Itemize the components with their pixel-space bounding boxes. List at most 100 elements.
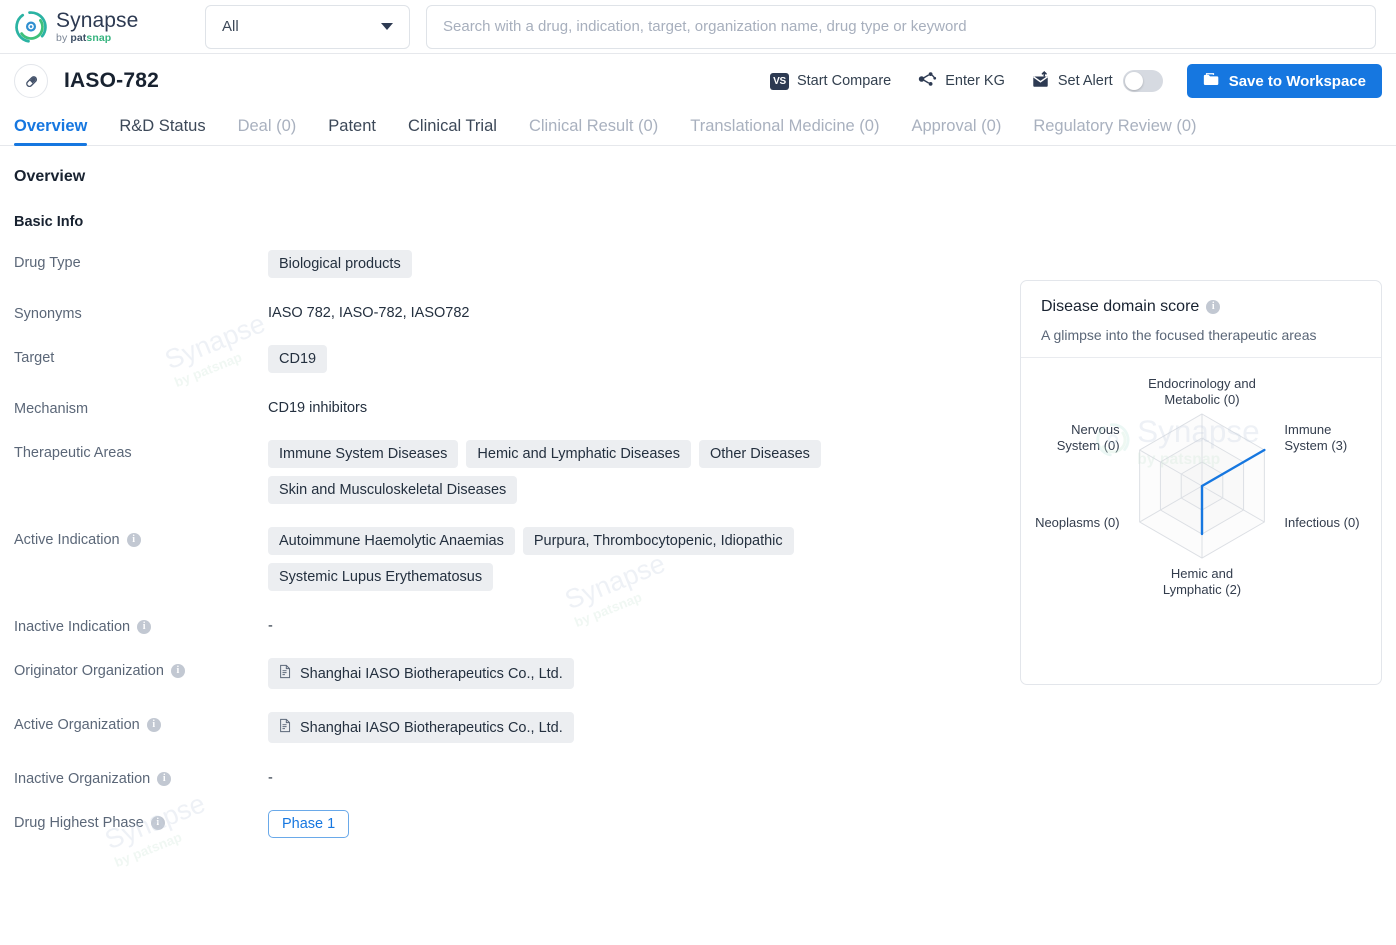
info-value: Shanghai IASO Biotherapeutics Co., Ltd. <box>268 658 1014 689</box>
tab-clinical-result-0[interactable]: Clinical Result (0) <box>529 117 658 145</box>
info-row-active-indication: Active Indication i Autoimmune Haemolytic … <box>14 527 1014 591</box>
score-card-header: Disease domain score i A glimpse into th… <box>1021 281 1381 358</box>
chip-label: Phase 1 <box>282 816 336 832</box>
phase-badge[interactable]: Phase 1 <box>268 810 350 838</box>
tab-r-d-status[interactable]: R&D Status <box>119 117 205 145</box>
info-label-text: Synonyms <box>14 306 82 322</box>
info-label-text: Drug Highest Phase <box>14 815 144 831</box>
info-label: Target <box>14 345 268 366</box>
enter-kg-button[interactable]: Enter KG <box>917 70 1005 92</box>
value-chip[interactable]: Purpura, Thrombocytopenic, Idiopathic <box>522 527 794 555</box>
drug-header: IASO-782 VS Start Compare Enter KG Set A… <box>0 54 1396 108</box>
search-scope-select[interactable]: All <box>205 4 410 49</box>
info-row-synonyms: Synonyms IASO 782, IASO-782, IASO782 <box>14 301 1014 322</box>
info-label-text: Inactive Organization <box>14 771 151 787</box>
info-row-inactive-indication: Inactive Indication i - <box>14 614 1014 635</box>
folder-icon <box>1203 72 1220 91</box>
info-label-text: Originator Organization <box>14 663 164 679</box>
chip-label: Shanghai IASO Biotherapeutics Co., Ltd. <box>300 665 563 682</box>
chip-label: Immune System Diseases <box>279 446 448 462</box>
info-icon[interactable]: i <box>126 533 141 547</box>
info-row-originator-organization: Originator Organization i Shanghai IASO Bi… <box>14 658 1014 689</box>
info-value: Biological products <box>268 250 1014 278</box>
value-chip[interactable]: Skin and Musculoskeletal Diseases <box>268 476 518 504</box>
value-chip[interactable]: Autoimmune Haemolytic Anaemias <box>268 527 515 555</box>
info-label: Therapeutic Areas <box>14 440 268 461</box>
save-to-workspace-button[interactable]: Save to Workspace <box>1186 64 1382 98</box>
info-icon[interactable]: i <box>1206 300 1221 314</box>
organization-icon <box>279 664 292 683</box>
info-row-active-organization: Active Organization i Shanghai IASO Biothe… <box>14 712 1014 743</box>
value-chip[interactable]: Other Diseases <box>698 440 821 468</box>
set-alert-toggle[interactable] <box>1122 70 1163 92</box>
tab-overview[interactable]: Overview <box>14 117 88 146</box>
start-compare-label: Start Compare <box>796 73 892 89</box>
organization-icon <box>279 718 292 737</box>
tab-approval-0[interactable]: Approval (0) <box>911 117 1001 145</box>
info-icon[interactable]: i <box>150 816 165 830</box>
info-label-text: Target <box>14 350 55 366</box>
value-chip[interactable]: Hemic and Lymphatic Diseases <box>466 440 691 468</box>
tab-regulatory-review-0[interactable]: Regulatory Review (0) <box>1033 117 1196 145</box>
info-icon[interactable]: i <box>170 664 185 678</box>
value-chip[interactable]: Systemic Lupus Erythematosus <box>268 563 494 591</box>
info-label: Originator Organization i <box>14 658 268 679</box>
chip-label: Purpura, Thrombocytopenic, Idiopathic <box>533 533 783 549</box>
header-actions: VS Start Compare Enter KG Set Alert Save… <box>769 64 1382 98</box>
info-label-text: Therapeutic Areas <box>14 445 132 461</box>
tab-label: Patent <box>328 117 376 135</box>
info-label: Inactive Indication i <box>14 614 268 635</box>
value-chip[interactable]: CD19 <box>268 345 328 373</box>
tab-label: Overview <box>14 117 88 135</box>
search-input[interactable] <box>443 18 1359 35</box>
tab-translational-medicine-0[interactable]: Translational Medicine (0) <box>690 117 879 145</box>
info-icon[interactable]: i <box>157 772 172 786</box>
info-label: Inactive Organization i <box>14 766 268 787</box>
brand-text: Synapse by patsnap <box>56 10 138 44</box>
info-label-text: Active Indication <box>14 532 120 548</box>
info-value-text: - <box>268 618 273 634</box>
tab-clinical-trial[interactable]: Clinical Trial <box>408 117 497 145</box>
info-label-text: Active Organization <box>14 717 140 733</box>
alert-bell-icon <box>1031 70 1050 92</box>
basic-info-title: Basic Info <box>14 214 84 230</box>
organization-chip[interactable]: Shanghai IASO Biotherapeutics Co., Ltd. <box>268 658 574 689</box>
info-row-mechanism: Mechanism CD19 inhibitors <box>14 396 1014 417</box>
tab-label: Clinical Result (0) <box>528 117 659 135</box>
info-label-text: Mechanism <box>14 401 89 417</box>
tab-patent[interactable]: Patent <box>328 117 376 145</box>
score-card-title: Disease domain score <box>1041 298 1200 315</box>
value-chip[interactable]: Biological products <box>268 250 412 278</box>
radar-axis-label: Infectious (0) <box>1284 515 1359 530</box>
radar-axis-label: Immune System (3) <box>1284 422 1347 453</box>
brand-logo[interactable]: Synapse by patsnap <box>14 10 184 44</box>
info-value-text: CD19 inhibitors <box>268 400 368 416</box>
radar-chart-svg: Endocrinology and Metabolic (0) Immune Syst… <box>1035 376 1359 597</box>
info-value: Shanghai IASO Biotherapeutics Co., Ltd. <box>268 712 1014 743</box>
chip-label: Other Diseases <box>709 446 810 462</box>
tab-label: Deal (0) <box>237 117 297 135</box>
start-compare-button[interactable]: VS Start Compare <box>769 72 892 90</box>
chip-label: Hemic and Lymphatic Diseases <box>477 446 680 462</box>
search-scope-value: All <box>222 18 239 35</box>
organization-chip[interactable]: Shanghai IASO Biotherapeutics Co., Ltd. <box>268 712 574 743</box>
info-value: Immune System Diseases Hemic and Lymphati… <box>268 440 1014 504</box>
info-row-drug-type: Drug Type Biological products <box>14 250 1014 278</box>
info-icon[interactable]: i <box>137 620 152 634</box>
score-card-title-row: Disease domain score i <box>1041 298 1361 316</box>
top-search-bar: Synapse by patsnap All <box>0 0 1396 54</box>
info-value: IASO 782, IASO-782, IASO782 <box>268 301 1014 321</box>
tab-label: Approval (0) <box>911 117 1002 135</box>
value-chip[interactable]: Immune System Diseases <box>268 440 459 468</box>
info-label-text: Inactive Indication <box>14 619 131 635</box>
set-alert-button[interactable]: Set Alert <box>1031 70 1113 92</box>
info-icon[interactable]: i <box>146 718 161 732</box>
tab-deal-0[interactable]: Deal (0) <box>238 117 297 145</box>
tab-label: Translational Medicine (0) <box>690 117 880 135</box>
toggle-knob <box>1124 72 1143 90</box>
search-box[interactable] <box>426 4 1376 49</box>
info-label: Drug Type <box>14 250 268 271</box>
page-section-title: Overview <box>14 168 86 185</box>
score-card-subtitle: A glimpse into the focused therapeutic a… <box>1041 327 1317 343</box>
set-alert-label: Set Alert <box>1057 73 1113 89</box>
